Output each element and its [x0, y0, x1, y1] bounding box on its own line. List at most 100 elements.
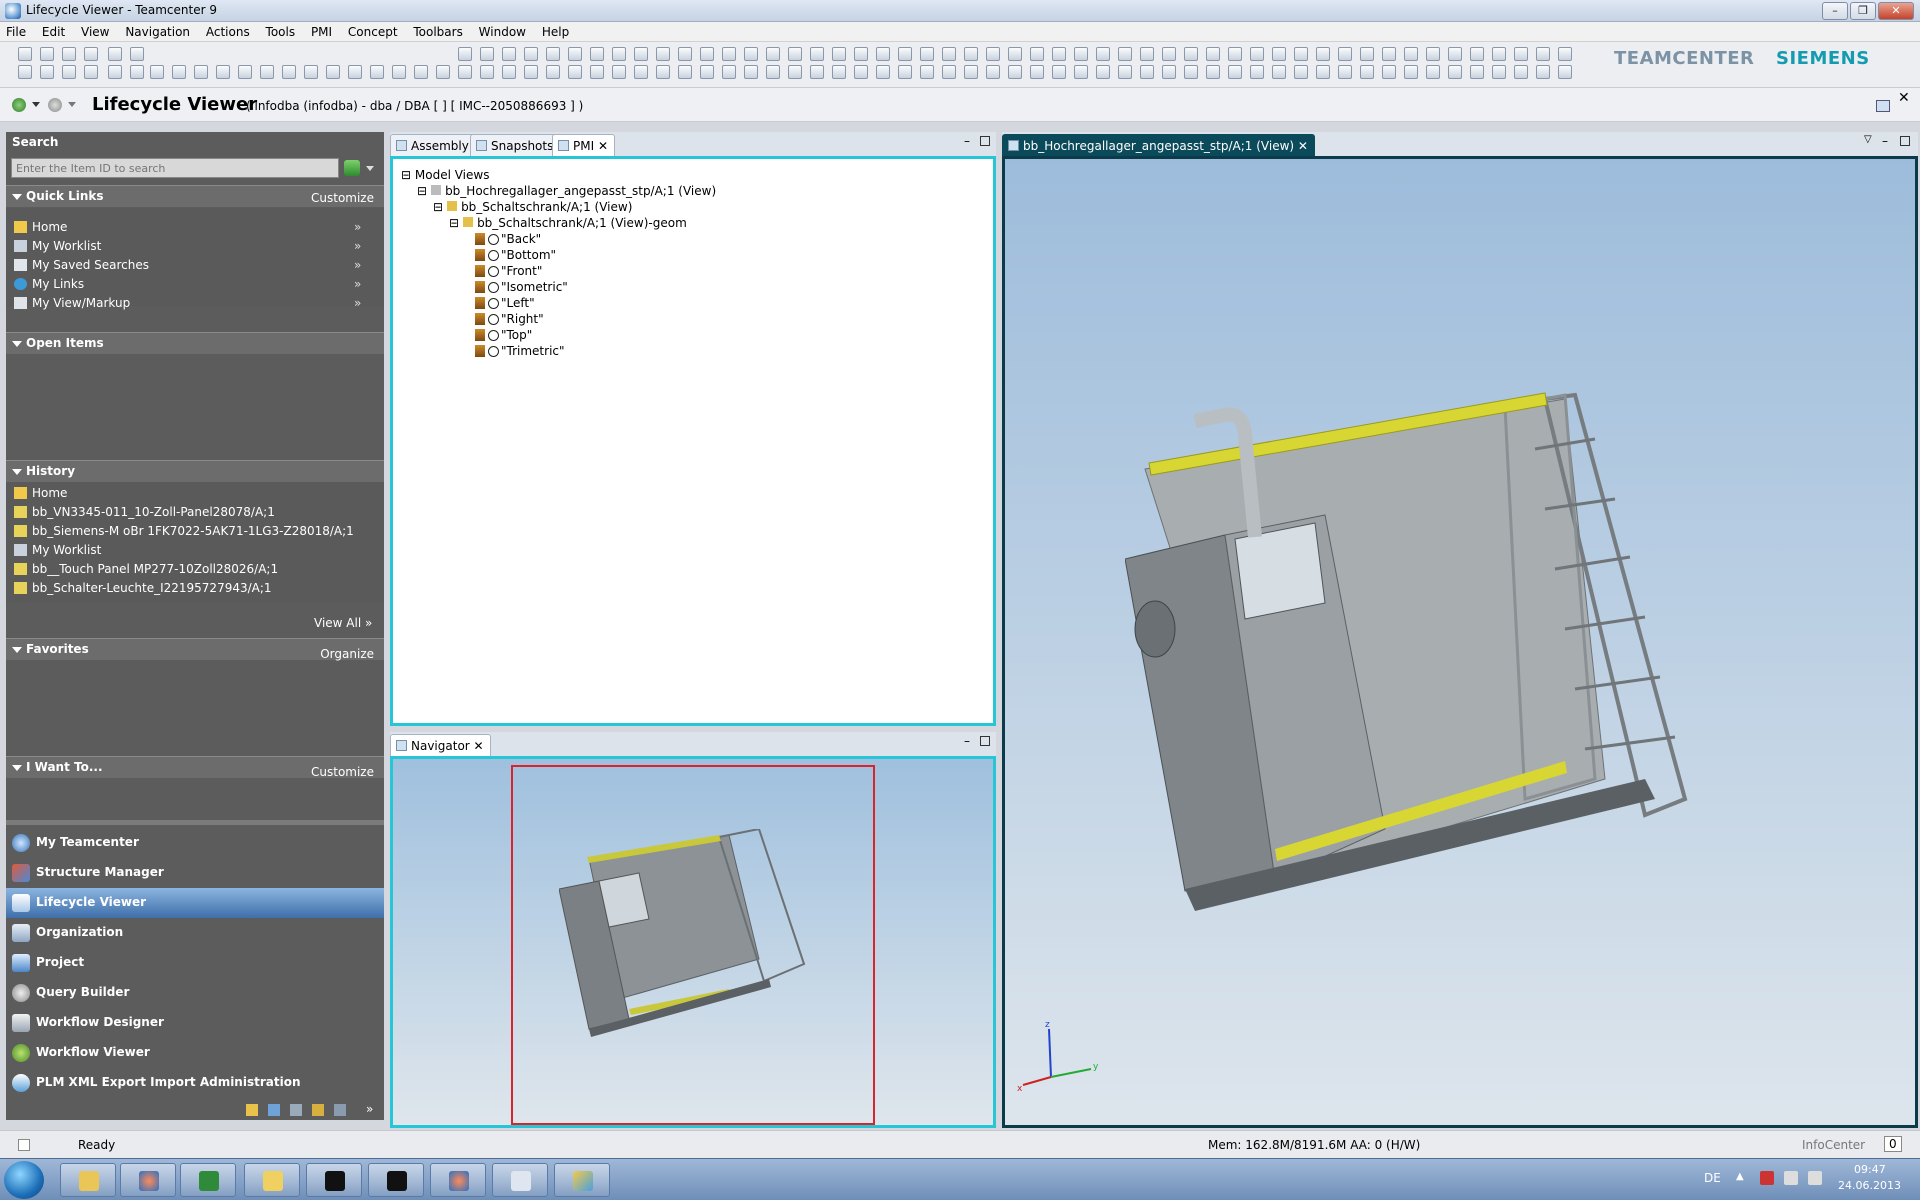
toolbar-button[interactable] — [502, 47, 516, 61]
toolbar-button[interactable] — [414, 65, 428, 79]
maximize-panel-icon[interactable] — [1900, 136, 1910, 146]
minimize-panel-icon[interactable]: – — [964, 134, 970, 148]
radio-icon[interactable] — [488, 250, 499, 261]
toolbar-button[interactable] — [1272, 47, 1286, 61]
history-item[interactable]: bb_Siemens-M oBr 1FK7022-5AK71-1LG3-Z280… — [14, 522, 354, 540]
open-items-header[interactable]: Open Items — [6, 332, 384, 354]
taskbar-explorer[interactable] — [60, 1163, 116, 1197]
toolbar-button[interactable] — [942, 47, 956, 61]
toolbar-button[interactable] — [1360, 65, 1374, 79]
toolbar-button[interactable] — [1008, 65, 1022, 79]
toolbar-button[interactable] — [1514, 47, 1528, 61]
quick-link-home[interactable]: Home» — [14, 218, 361, 236]
toolbar-button[interactable] — [1426, 65, 1440, 79]
radio-icon[interactable] — [488, 234, 499, 245]
toolbar-button[interactable] — [108, 47, 122, 61]
model-view-item[interactable]: "Back" — [475, 231, 541, 247]
toolbar-button[interactable] — [1074, 65, 1088, 79]
toolbar-button[interactable] — [1206, 47, 1220, 61]
toolbar-button[interactable] — [1294, 65, 1308, 79]
toolbar-button[interactable] — [1404, 47, 1418, 61]
tray-alert-icon[interactable] — [1760, 1171, 1774, 1185]
toolbar-button[interactable] — [1514, 65, 1528, 79]
model-view-item[interactable]: "Right" — [475, 311, 544, 327]
toolbar-button[interactable] — [920, 65, 934, 79]
nav-organization[interactable]: Organization — [6, 918, 384, 948]
status-icon[interactable] — [18, 1139, 30, 1151]
menu-tools[interactable]: Tools — [260, 22, 302, 40]
toolbar-button[interactable] — [1228, 65, 1242, 79]
toolbar-button[interactable] — [1448, 65, 1462, 79]
tree-root[interactable]: ⊟ Model Views — [401, 167, 489, 183]
quick-links-customize[interactable]: Customize — [311, 191, 374, 205]
toolbar-button[interactable] — [1228, 47, 1242, 61]
toolbar-button[interactable] — [1536, 47, 1550, 61]
toolbar-button[interactable] — [810, 47, 824, 61]
toolbar-button[interactable] — [1184, 47, 1198, 61]
minimize-panel-icon[interactable]: – — [964, 734, 970, 748]
nav-more-chevron[interactable]: » — [366, 1102, 373, 1116]
taskbar-folder[interactable] — [244, 1163, 300, 1197]
toolbar-button[interactable] — [40, 65, 54, 79]
quick-link-worklist[interactable]: My Worklist» — [14, 237, 361, 255]
maximize-panel-icon[interactable] — [980, 136, 990, 146]
taskbar-teamcenter-2[interactable] — [430, 1163, 486, 1197]
3d-viewer[interactable]: z y x — [1002, 156, 1918, 1128]
nav-query-builder[interactable]: Query Builder — [6, 978, 384, 1008]
toolbar-button[interactable] — [854, 65, 868, 79]
view-menu-icon[interactable]: ▽ — [1864, 134, 1872, 145]
toolbar-button[interactable] — [1250, 47, 1264, 61]
toolbar-button[interactable] — [130, 65, 144, 79]
toolbar-button[interactable] — [678, 47, 692, 61]
toolbar-button[interactable] — [1536, 65, 1550, 79]
favorites-header[interactable]: Favorites Organize — [6, 638, 384, 661]
toolbar-button[interactable] — [62, 47, 76, 61]
back-icon[interactable] — [12, 98, 26, 112]
tab-3d-viewer[interactable]: bb_Hochregallager_angepasst_stp/A;1 (Vie… — [1002, 134, 1315, 156]
close-icon[interactable]: ✕ — [474, 739, 484, 753]
toolbar-button[interactable] — [634, 47, 648, 61]
toolbar-button[interactable] — [986, 47, 1000, 61]
toolbar-button[interactable] — [1382, 65, 1396, 79]
toolbar-button[interactable] — [1162, 65, 1176, 79]
close-button[interactable]: ✕ — [1878, 2, 1914, 20]
toolbar-button[interactable] — [546, 47, 560, 61]
toolbar-button[interactable] — [84, 47, 98, 61]
restore-button[interactable]: ❐ — [1850, 2, 1876, 20]
toolbar-button[interactable] — [700, 47, 714, 61]
nav-project[interactable]: Project — [6, 948, 384, 978]
chevron-down-icon[interactable] — [68, 102, 76, 107]
toolbar-button[interactable] — [920, 47, 934, 61]
maximize-panel-icon[interactable] — [980, 736, 990, 746]
radio-icon[interactable] — [488, 298, 499, 309]
toolbar-button[interactable] — [130, 47, 144, 61]
radio-icon[interactable] — [488, 282, 499, 293]
menu-actions[interactable]: Actions — [200, 22, 256, 40]
toolbar-button[interactable] — [392, 65, 406, 79]
toolbar-button[interactable] — [524, 65, 538, 79]
toolbar-button[interactable] — [1448, 47, 1462, 61]
toolbar-button[interactable] — [436, 65, 450, 79]
taskbar-cmd-2[interactable] — [368, 1163, 424, 1197]
toolbar-button[interactable] — [1162, 47, 1176, 61]
network-icon[interactable] — [1784, 1171, 1798, 1185]
toolbar-button[interactable] — [84, 65, 98, 79]
toolbar-button[interactable] — [546, 65, 560, 79]
toolbar-button[interactable] — [150, 65, 164, 79]
toolbar-button[interactable] — [1140, 47, 1154, 61]
chevron-down-icon[interactable] — [32, 102, 40, 107]
toolbar-button[interactable] — [108, 65, 122, 79]
toolbar-button[interactable] — [304, 65, 318, 79]
toolbar-button[interactable] — [766, 65, 780, 79]
toolbar-button[interactable] — [1316, 47, 1330, 61]
toolbar-button[interactable] — [700, 65, 714, 79]
menu-help[interactable]: Help — [536, 22, 575, 40]
toolbar-button[interactable] — [788, 47, 802, 61]
favorites-organize[interactable]: Organize — [320, 647, 374, 661]
toolbar-button[interactable] — [1096, 47, 1110, 61]
toolbar-button[interactable] — [1052, 47, 1066, 61]
toolbar-button[interactable] — [942, 65, 956, 79]
volume-icon[interactable] — [1808, 1171, 1822, 1185]
menu-edit[interactable]: Edit — [36, 22, 71, 40]
toolbar-button[interactable] — [480, 65, 494, 79]
